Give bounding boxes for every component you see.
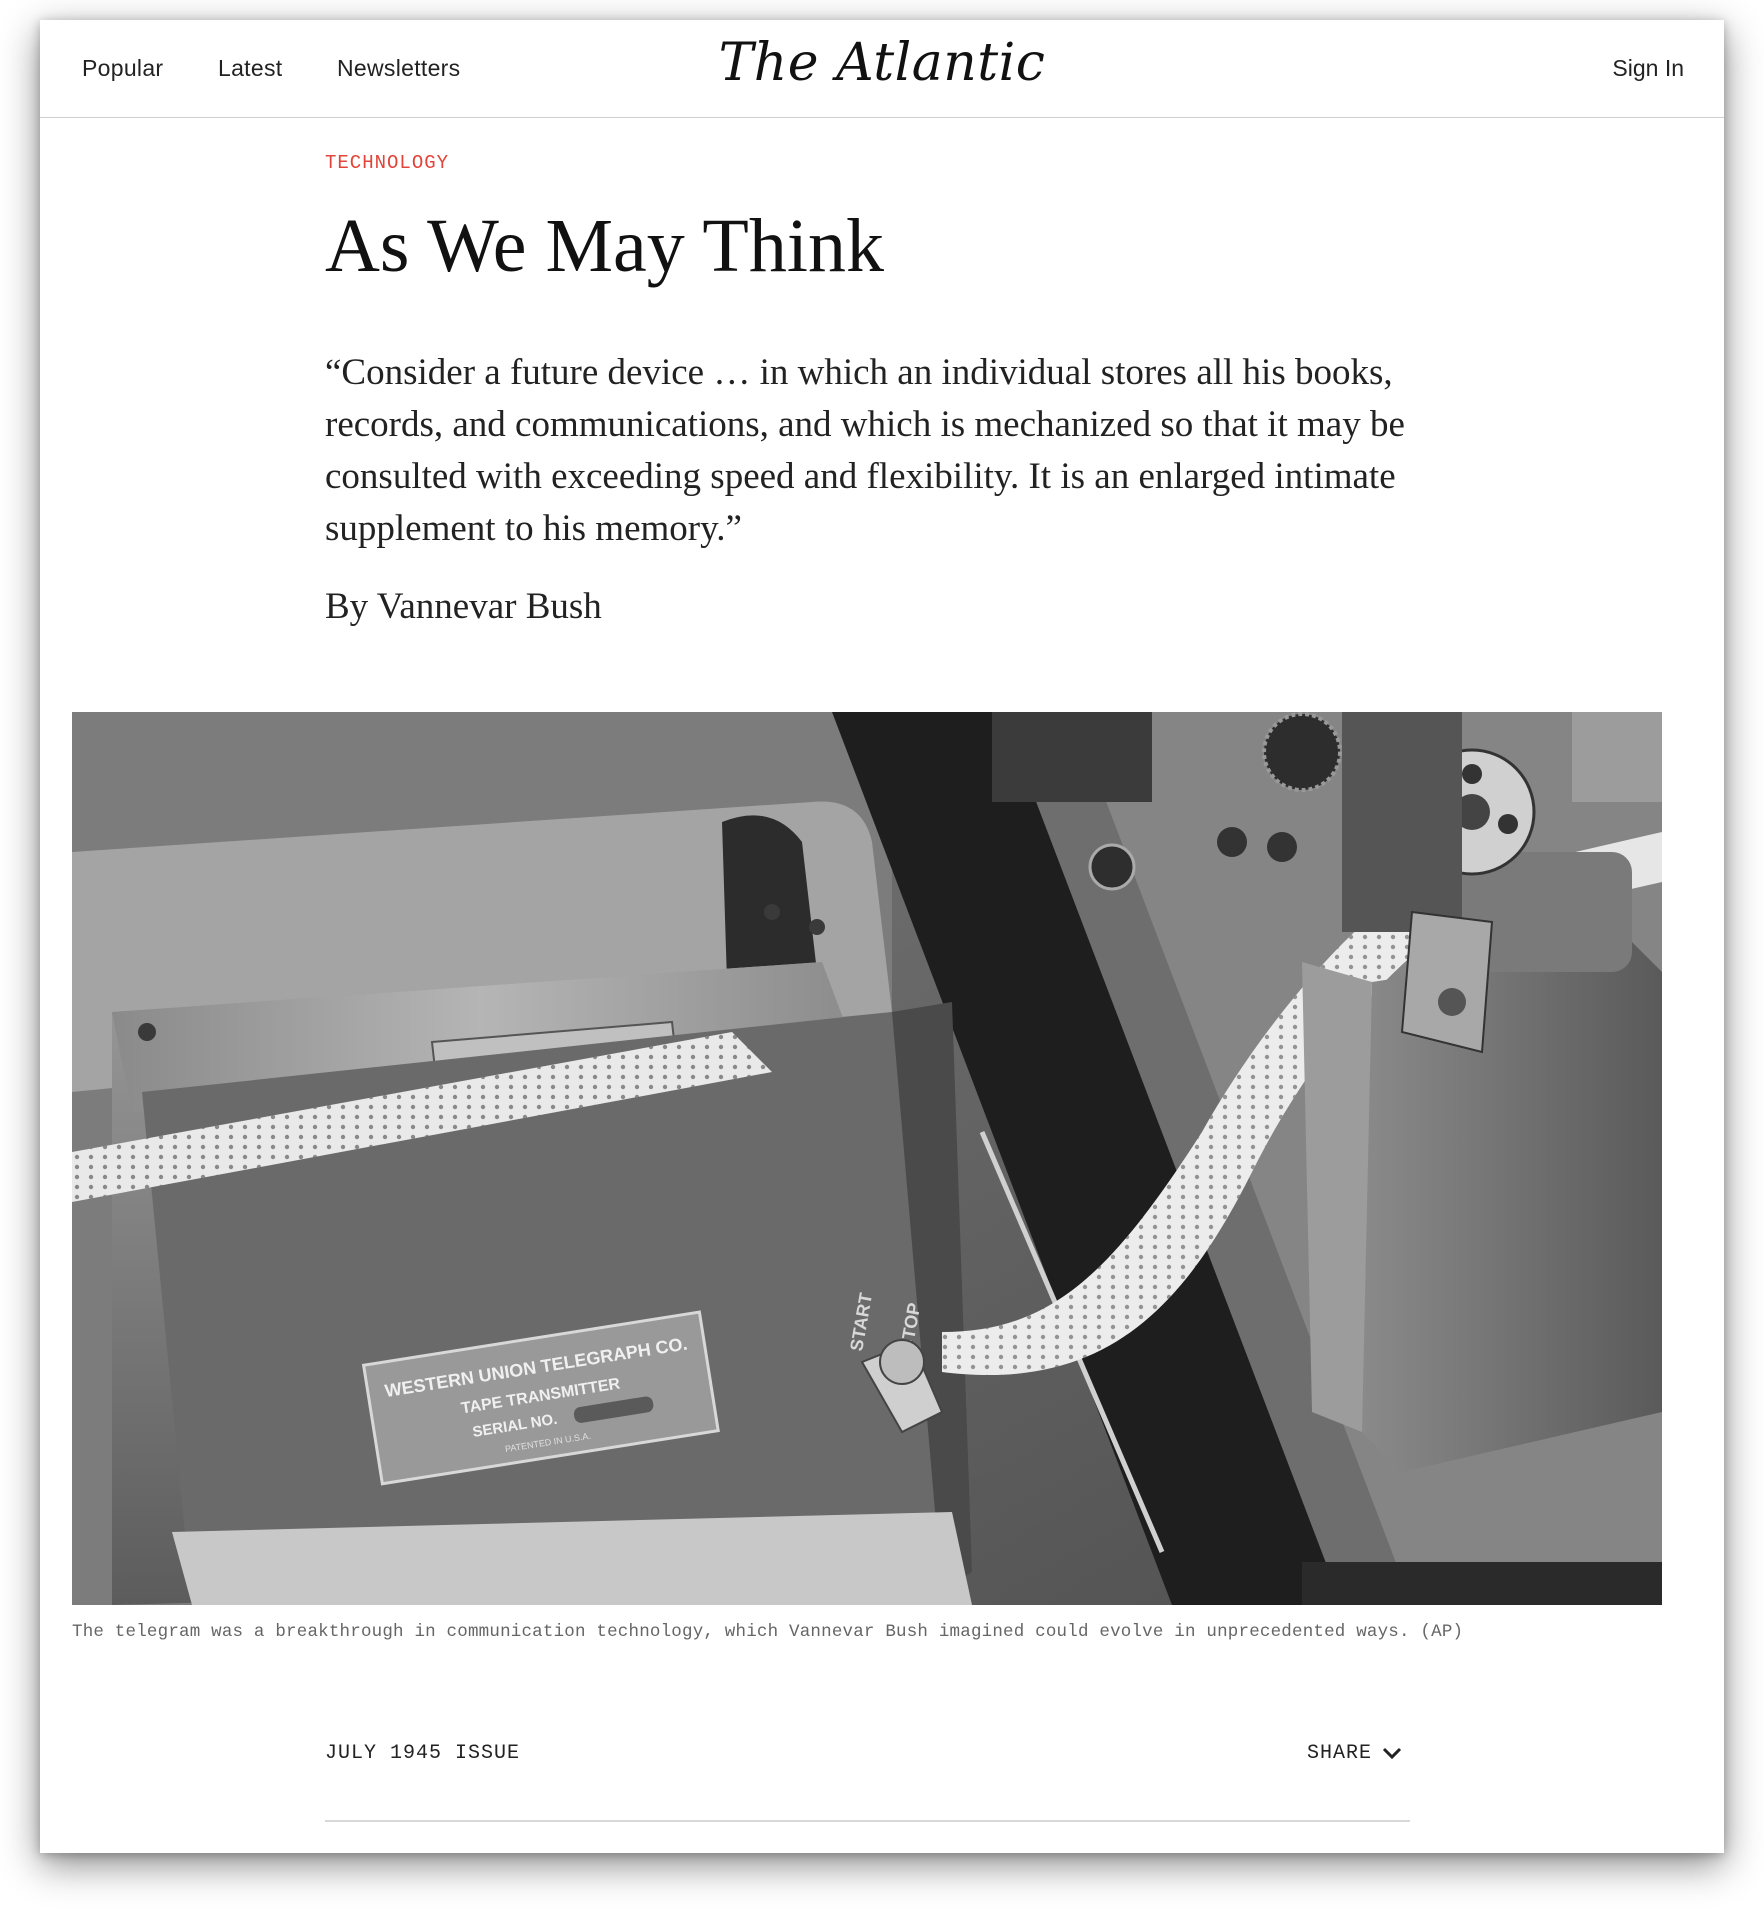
issue-link[interactable]: JULY 1945 ISSUE bbox=[325, 1742, 520, 1765]
sign-in-link[interactable]: Sign In bbox=[1612, 55, 1684, 82]
author-link[interactable]: Vannevar Bush bbox=[377, 586, 602, 627]
article-title: As We May Think bbox=[325, 204, 884, 288]
byline: By Vannevar Bush bbox=[325, 585, 602, 628]
share-button[interactable]: SHARE bbox=[1307, 1742, 1402, 1765]
photo-caption: The telegram was a breakthrough in commu… bbox=[72, 1622, 1464, 1642]
browser-window: Popular Latest Newsletters The Atlantic … bbox=[40, 20, 1724, 1853]
article-dek: “Consider a future device … in which an … bbox=[325, 352, 1405, 549]
chevron-down-icon bbox=[1382, 1747, 1402, 1759]
section-label[interactable]: TECHNOLOGY bbox=[325, 152, 449, 174]
site-header: Popular Latest Newsletters The Atlantic … bbox=[40, 20, 1724, 118]
hero-photo: WESTERN UNION TELEGRAPH CO. TAPE TRANSMI… bbox=[72, 712, 1662, 1605]
site-logo[interactable]: The Atlantic bbox=[40, 33, 1724, 93]
byline-prefix: By bbox=[325, 586, 377, 627]
divider bbox=[325, 1820, 1410, 1822]
share-label: SHARE bbox=[1307, 1742, 1373, 1765]
